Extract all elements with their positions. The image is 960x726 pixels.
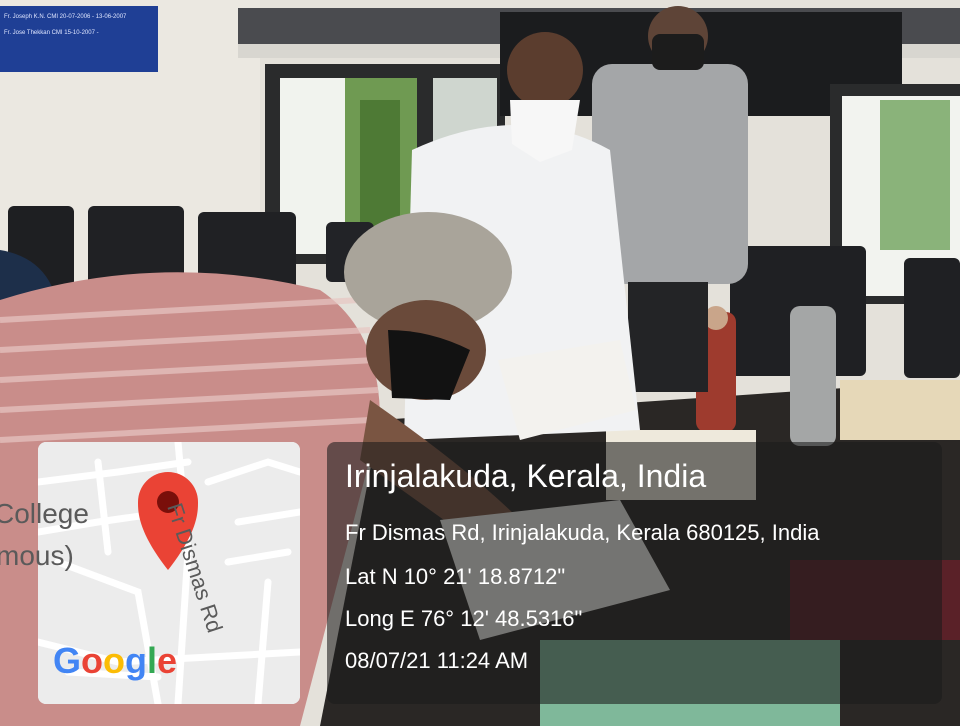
latitude-readout: Lat N 10° 21' 18.8712" bbox=[345, 564, 566, 589]
google-logo: Google bbox=[53, 640, 177, 682]
plaque-line-2: Fr. Jose Thekkan CMI 15-10-2007 - bbox=[4, 30, 99, 36]
google-logo-letter: o bbox=[81, 640, 104, 681]
google-logo-letter: g bbox=[125, 640, 148, 681]
google-logo-letter: G bbox=[53, 640, 82, 681]
google-logo-letter: e bbox=[157, 640, 178, 681]
photo-scene: Fr. Joseph K.N. CMI 20-07-2006 - 13-06-2… bbox=[0, 0, 960, 726]
capture-timestamp: 08/07/21 11:24 AM bbox=[345, 648, 529, 673]
google-logo-letter: o bbox=[103, 640, 126, 681]
wall-plaque: Fr. Joseph K.N. CMI 20-07-2006 - 13-06-2… bbox=[0, 6, 158, 72]
location-title: Irinjalakuda, Kerala, India bbox=[345, 458, 707, 494]
longitude-readout: Long E 76° 12' 48.5316" bbox=[345, 606, 583, 631]
map-label-college: College bbox=[0, 498, 89, 529]
map-label-partial: mous) bbox=[0, 540, 74, 571]
google-logo-letter: l bbox=[147, 640, 158, 681]
location-address: Fr Dismas Rd, Irinjalakuda, Kerala 68012… bbox=[345, 520, 820, 545]
plaque-line-1: Fr. Joseph K.N. CMI 20-07-2006 - 13-06-2… bbox=[4, 14, 127, 20]
